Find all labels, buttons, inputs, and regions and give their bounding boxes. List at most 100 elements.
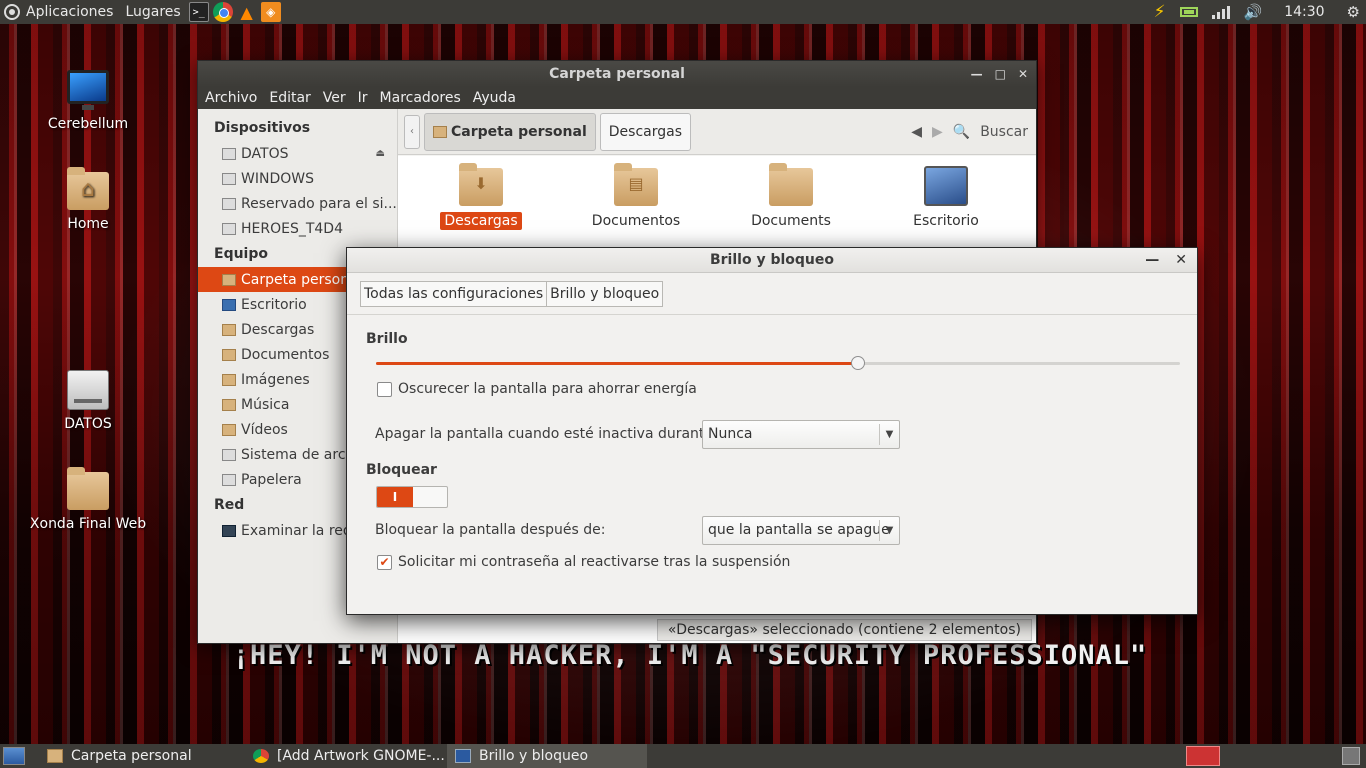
- network-signal-icon[interactable]: [1211, 5, 1230, 19]
- file-label: Escritorio: [913, 213, 979, 229]
- screen-off-dropdown[interactable]: Nunca ▼: [702, 420, 900, 449]
- lock-header: Bloquear: [366, 462, 437, 478]
- sidebar-item-label: HEROES_T4D4: [241, 220, 343, 237]
- all-settings-button[interactable]: Todas las configuraciones: [360, 280, 548, 307]
- search-button[interactable]: Buscar: [980, 124, 1028, 140]
- file-item-descargas[interactable]: Descargas: [416, 163, 546, 230]
- documents-folder-icon: [222, 348, 236, 361]
- require-password-checkbox[interactable]: ✔: [377, 555, 392, 570]
- desktop-icon-cerebellum[interactable]: Cerebellum: [28, 70, 148, 132]
- minimize-icon[interactable]: —: [971, 61, 983, 87]
- dialog-titlebar[interactable]: Brillo y bloqueo — ✕: [347, 248, 1197, 273]
- forward-arrow-icon[interactable]: ▶: [932, 124, 943, 140]
- menu-ayuda[interactable]: Ayuda: [473, 90, 516, 106]
- top-panel: Aplicaciones Lugares >_ ▲ ◈ ⚡ 🔊 14:30 ⚙: [0, 0, 1366, 24]
- drive-icon: [222, 147, 236, 160]
- breadcrumb-carpeta-personal[interactable]: Carpeta personal: [424, 112, 596, 151]
- taskbar-item-file-manager[interactable]: Carpeta personal: [39, 744, 245, 768]
- desktop-icon-datos[interactable]: DATOS: [28, 370, 148, 432]
- breadcrumb-label: Carpeta personal: [451, 123, 587, 140]
- image-viewer-icon[interactable]: ◈: [260, 2, 281, 22]
- menu-ver[interactable]: Ver: [323, 90, 346, 106]
- sidebar-item-windows[interactable]: WINDOWS: [198, 166, 397, 191]
- breadcrumb-descargas[interactable]: Descargas: [599, 112, 691, 151]
- close-icon[interactable]: ✕: [1175, 248, 1187, 273]
- lock-after-label: Bloquear la pantalla después de:: [375, 522, 606, 538]
- menu-editar[interactable]: Editar: [269, 90, 310, 106]
- breadcrumb-scroll-left-icon[interactable]: ‹: [404, 114, 420, 149]
- places-menu[interactable]: Lugares: [119, 0, 186, 24]
- usb-drive-icon: [222, 222, 236, 235]
- brightness-slider-handle[interactable]: [851, 356, 865, 370]
- back-arrow-icon[interactable]: ◀: [911, 124, 922, 140]
- drive-icon: [222, 197, 236, 210]
- screen-off-label: Apagar la pantalla cuando esté inactiva …: [375, 426, 718, 442]
- taskbar-item-label: [Add Artwork GNOME-...: [277, 748, 445, 764]
- sidebar-item-heroes[interactable]: HEROES_T4D4: [198, 216, 397, 241]
- window-titlebar[interactable]: Carpeta personal — □ ✕: [198, 61, 1036, 87]
- trash-icon: [222, 473, 236, 486]
- sidebar-item-reservado[interactable]: Reservado para el si...: [198, 191, 397, 216]
- folder-icon: [47, 749, 63, 763]
- bottom-panel: Carpeta personal [Add Artwork GNOME-... …: [0, 744, 1366, 768]
- folder-icon: [769, 163, 813, 206]
- pictures-folder-icon: [222, 373, 236, 386]
- file-label: Descargas: [440, 212, 522, 230]
- filesystem-icon: [222, 448, 236, 461]
- window-title: Carpeta personal: [549, 66, 685, 82]
- location-toolbar: ‹ Carpeta personal Descargas ◀ ▶ 🔍 Busca…: [398, 109, 1036, 155]
- chrome-icon[interactable]: [212, 2, 233, 22]
- home-folder-icon: [67, 167, 109, 210]
- lock-toggle[interactable]: I: [376, 486, 448, 508]
- sidebar-item-label: Reservado para el si...: [241, 195, 397, 212]
- current-panel-button[interactable]: Brillo y bloqueo: [547, 280, 664, 307]
- taskbar-item-settings[interactable]: Brillo y bloqueo: [447, 744, 647, 768]
- gear-icon[interactable]: ⚙: [1347, 3, 1360, 21]
- documents-folder-icon: [614, 163, 658, 206]
- menu-marcadores[interactable]: Marcadores: [380, 90, 461, 106]
- clock[interactable]: 14:30: [1284, 4, 1324, 20]
- chevron-down-icon: ▼: [879, 520, 899, 541]
- sidebar-item-label: Examinar la red: [241, 522, 352, 539]
- sidebar-item-label: Imágenes: [241, 371, 310, 388]
- menu-archivo[interactable]: Archivo: [205, 90, 257, 106]
- sidebar-item-datos[interactable]: DATOS ⏏: [198, 141, 397, 166]
- file-item-escritorio[interactable]: Escritorio: [881, 166, 1011, 230]
- status-bar: «Descargas» seleccionado (contiene 2 ele…: [656, 619, 1032, 641]
- volume-icon[interactable]: 🔊: [1244, 3, 1263, 21]
- sidebar-item-label: Vídeos: [241, 421, 288, 438]
- chrome-icon: [253, 749, 269, 763]
- maximize-icon[interactable]: □: [995, 61, 1006, 87]
- videos-folder-icon: [222, 423, 236, 436]
- battery-icon[interactable]: [1179, 7, 1198, 17]
- file-item-documentos[interactable]: Documentos: [571, 163, 701, 230]
- show-desktop-icon[interactable]: [3, 747, 25, 765]
- toggle-on-indicator: I: [377, 487, 413, 507]
- workspace-switcher[interactable]: [1186, 746, 1220, 766]
- desktop-icon-xonda[interactable]: Xonda Final Web: [28, 467, 148, 532]
- file-item-documents[interactable]: Documents: [726, 163, 856, 230]
- menu-ir[interactable]: Ir: [358, 90, 368, 106]
- desktop-icon-label: Cerebellum: [47, 116, 129, 132]
- dim-screen-checkbox[interactable]: [377, 382, 392, 397]
- desktop-folder-icon: [222, 298, 236, 311]
- trash-icon[interactable]: [1342, 747, 1360, 765]
- eject-icon[interactable]: ⏏: [376, 148, 385, 159]
- terminal-icon[interactable]: >_: [188, 2, 209, 22]
- close-icon[interactable]: ✕: [1018, 61, 1028, 87]
- apps-menu-icon[interactable]: [4, 4, 20, 20]
- sidebar-item-label: Descargas: [241, 321, 315, 338]
- downloads-folder-icon: [459, 163, 503, 206]
- apps-menu[interactable]: Aplicaciones: [20, 0, 119, 24]
- taskbar-item-chrome[interactable]: [Add Artwork GNOME-...: [245, 744, 447, 768]
- lock-after-dropdown[interactable]: que la pantalla se apague ▼: [702, 516, 900, 545]
- vlc-icon[interactable]: ▲: [237, 2, 257, 22]
- desktop-icon-home[interactable]: Home: [28, 167, 148, 232]
- sidebar-item-label: Documentos: [241, 346, 330, 363]
- settings-icon: [455, 749, 471, 763]
- minimize-icon[interactable]: —: [1145, 248, 1159, 273]
- file-label: Documents: [751, 213, 831, 229]
- search-icon[interactable]: 🔍: [953, 124, 970, 140]
- power-icon[interactable]: ⚡: [1154, 2, 1166, 22]
- desktop-icon-label: DATOS: [64, 416, 112, 432]
